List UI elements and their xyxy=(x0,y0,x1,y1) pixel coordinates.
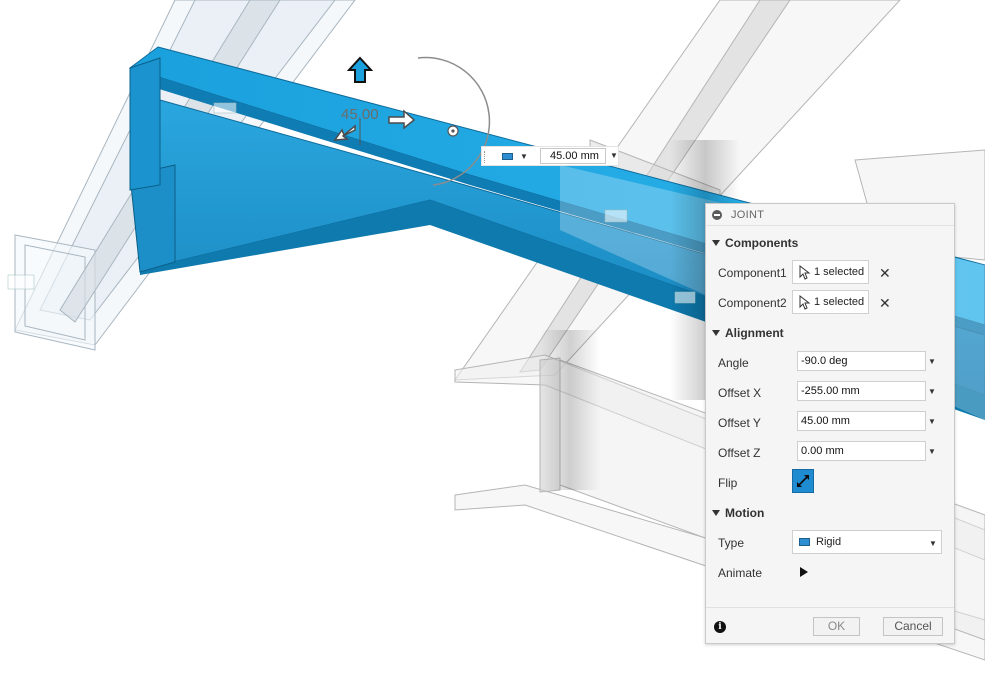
offset-z-input[interactable]: 0.00 mm xyxy=(797,441,926,461)
dialog-header: JOINT xyxy=(706,204,954,226)
clear-component2-icon[interactable]: ✕ xyxy=(879,296,891,310)
chevron-down-icon[interactable]: ▼ xyxy=(928,417,936,426)
triangle-down-icon xyxy=(712,510,720,516)
chevron-down-icon[interactable]: ▼ xyxy=(928,387,936,396)
offset-z-label: Offset Z xyxy=(718,446,761,460)
offset-x-label: Offset X xyxy=(718,386,762,400)
angle-readout: 45.00 xyxy=(341,106,379,123)
section-alignment[interactable]: Alignment xyxy=(712,326,784,340)
info-icon[interactable]: i xyxy=(714,621,726,633)
chevron-down-icon[interactable]: ▼ xyxy=(928,447,936,456)
section-heading: Alignment xyxy=(725,326,784,340)
component1-label: Component1 xyxy=(718,266,787,280)
shadow-band xyxy=(540,330,600,490)
angle-input[interactable]: -90.0 deg xyxy=(797,351,926,371)
offset-x-input[interactable]: -255.00 mm xyxy=(797,381,926,401)
triangle-down-icon xyxy=(712,240,720,246)
animate-label: Animate xyxy=(718,566,763,580)
translate-up-arrow-icon[interactable] xyxy=(346,56,374,83)
cancel-button[interactable]: Cancel xyxy=(883,617,943,636)
chevron-down-icon[interactable]: ▼ xyxy=(928,357,936,366)
ok-button[interactable]: OK xyxy=(813,617,860,636)
component2-select-button[interactable]: 1 selected xyxy=(792,290,869,314)
chevron-down-icon: ▼ xyxy=(929,539,937,548)
manipulator-toolbar: ▼ 45.00 mm ▼ xyxy=(481,146,619,166)
flip-arrows-icon xyxy=(797,475,809,487)
component2-label: Component2 xyxy=(718,296,787,310)
section-components[interactable]: Components xyxy=(712,236,798,250)
grip-icon[interactable] xyxy=(484,151,488,163)
section-heading: Motion xyxy=(725,506,765,520)
motion-type-select[interactable]: Rigid ▼ xyxy=(792,530,942,554)
offset-y-input[interactable]: 45.00 mm xyxy=(797,411,926,431)
rigid-joint-icon xyxy=(799,538,810,546)
selection-count: 1 selected xyxy=(814,296,865,308)
clear-component1-icon[interactable]: ✕ xyxy=(879,266,891,280)
chevron-down-icon[interactable]: ▼ xyxy=(610,151,618,160)
dialog-footer: i OK Cancel xyxy=(706,607,954,645)
triangle-down-icon xyxy=(712,330,720,336)
chevron-down-icon: ▼ xyxy=(520,152,528,161)
motion-type-value: Rigid xyxy=(816,536,842,548)
component1-select-button[interactable]: 1 selected xyxy=(792,260,869,284)
cursor-arrow-icon xyxy=(799,295,811,310)
selection-count: 1 selected xyxy=(814,266,865,278)
cursor-arrow-icon xyxy=(799,265,811,280)
angle-label: Angle xyxy=(718,356,749,370)
section-heading: Components xyxy=(725,236,799,250)
joint-dialog: JOINT Components Component1 1 selected ✕… xyxy=(705,203,955,644)
distance-input[interactable]: 45.00 mm xyxy=(540,148,606,164)
type-label: Type xyxy=(718,536,745,550)
rigid-joint-icon xyxy=(502,153,513,160)
joint-type-dropdown[interactable]: ▼ xyxy=(498,149,530,165)
offset-y-label: Offset Y xyxy=(718,416,761,430)
collapse-icon[interactable] xyxy=(712,210,722,220)
flip-button[interactable] xyxy=(792,469,814,493)
flip-label: Flip xyxy=(718,476,738,490)
play-icon[interactable] xyxy=(800,567,808,577)
section-motion[interactable]: Motion xyxy=(712,506,764,520)
dialog-title: JOINT xyxy=(731,209,765,221)
